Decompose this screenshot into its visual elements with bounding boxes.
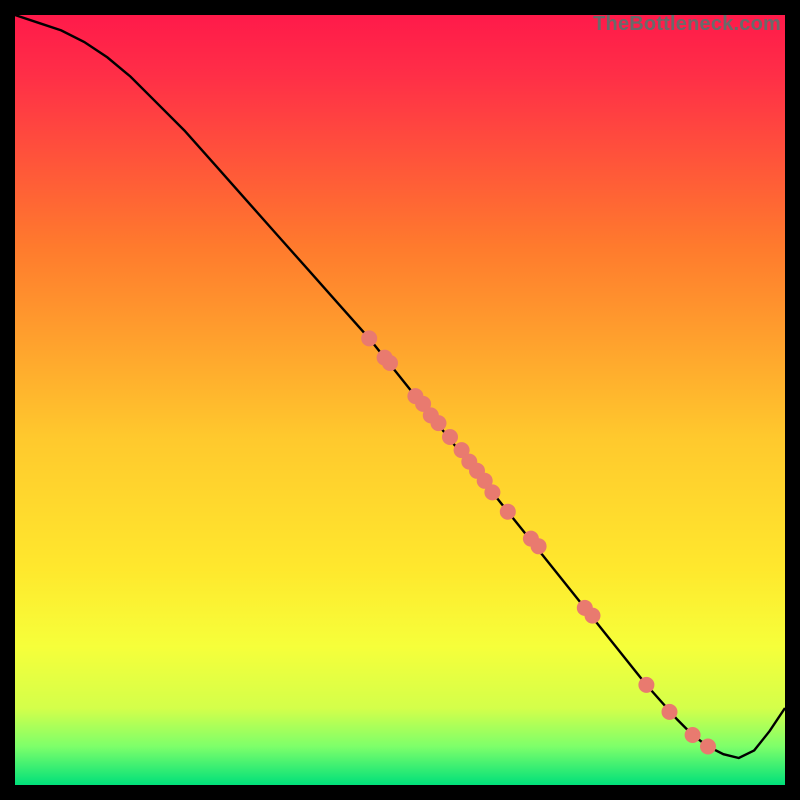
data-point — [662, 704, 678, 720]
data-point — [638, 677, 654, 693]
gradient-background — [15, 15, 785, 785]
data-point — [531, 538, 547, 554]
data-point — [500, 504, 516, 520]
data-point — [361, 330, 377, 346]
data-point — [431, 415, 447, 431]
chart-frame: TheBottleneck.com — [15, 15, 785, 785]
data-point — [585, 608, 601, 624]
chart-svg — [15, 15, 785, 785]
data-point — [700, 739, 716, 755]
data-point — [382, 355, 398, 371]
data-point — [442, 429, 458, 445]
data-point — [484, 484, 500, 500]
data-point — [685, 727, 701, 743]
watermark-text: TheBottleneck.com — [593, 13, 781, 36]
